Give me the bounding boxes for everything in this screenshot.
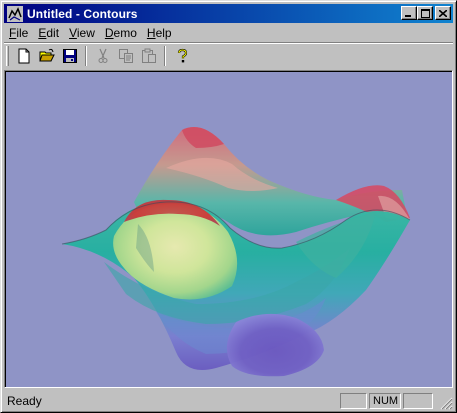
paste-button[interactable]: [137, 45, 160, 67]
menu-file-label: ile: [16, 26, 29, 40]
help-button[interactable]: [170, 45, 193, 67]
toolbar-separator: [85, 46, 87, 66]
copy-button[interactable]: [114, 45, 137, 67]
status-pane-num: NUM: [369, 393, 401, 409]
cut-button[interactable]: [91, 45, 114, 67]
new-document-icon: [18, 48, 29, 64]
status-bar: Ready NUM: [4, 391, 453, 410]
menu-help[interactable]: Help: [142, 24, 177, 42]
menu-help-mnemonic: H: [146, 26, 156, 40]
contour-surface-plot: [61, 127, 411, 377]
resize-grip-icon[interactable]: [439, 396, 453, 410]
status-pane-caps: [340, 393, 367, 409]
status-pane-scroll: [403, 393, 433, 409]
maximize-icon: [420, 8, 430, 18]
new-button[interactable]: [12, 45, 35, 67]
save-button[interactable]: [58, 45, 81, 67]
help-question-icon: [177, 48, 187, 63]
menu-view[interactable]: View: [64, 24, 100, 42]
paste-clipboard-icon: [141, 48, 156, 63]
close-button[interactable]: [435, 6, 451, 20]
menu-help-label: elp: [155, 26, 172, 40]
cut-scissors-icon: [98, 48, 107, 63]
menu-view-mnemonic: V: [69, 26, 77, 40]
menu-view-label: iew: [76, 26, 95, 40]
window-title: Untitled - Contours: [27, 6, 138, 21]
copy-icon: [118, 49, 133, 63]
title-bar[interactable]: Untitled - Contours: [4, 4, 453, 23]
menu-edit-label: dit: [46, 26, 60, 40]
minimize-button[interactable]: [401, 6, 417, 20]
open-folder-icon: [38, 48, 55, 62]
contours-app-icon: [7, 5, 23, 22]
save-disk-icon: [62, 49, 77, 63]
contour-view[interactable]: [4, 70, 453, 388]
menu-file[interactable]: File: [4, 24, 33, 42]
minimize-icon: [405, 14, 411, 17]
open-button[interactable]: [35, 45, 58, 67]
toolbar-separator: [164, 46, 166, 66]
menu-demo-label: emo: [113, 26, 137, 40]
toolbar: [4, 44, 453, 68]
toolbar-grip[interactable]: [6, 46, 9, 66]
close-icon: [439, 9, 447, 17]
menu-demo[interactable]: Demo: [100, 24, 142, 42]
app-window: Untitled - Contours File Edit View Demo …: [0, 0, 457, 413]
menu-edit[interactable]: Edit: [33, 24, 64, 42]
menu-bar: File Edit View Demo Help: [4, 24, 453, 42]
menu-demo-mnemonic: D: [104, 26, 114, 40]
maximize-button[interactable]: [417, 6, 433, 20]
status-text: Ready: [7, 394, 42, 408]
